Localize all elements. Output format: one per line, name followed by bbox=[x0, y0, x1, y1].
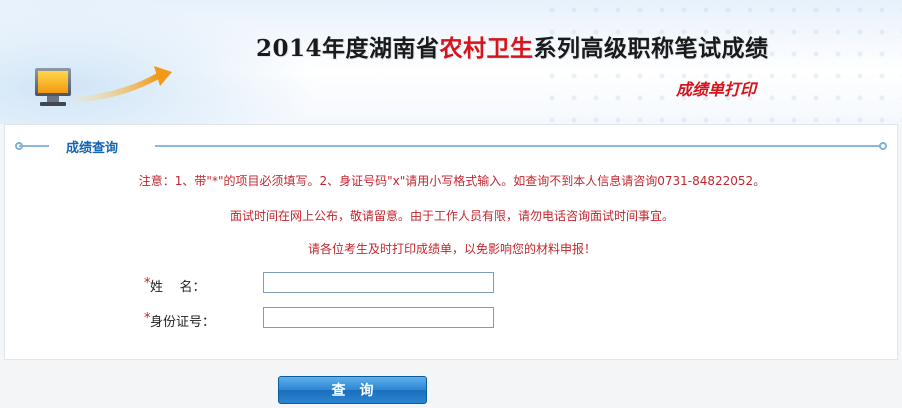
query-button[interactable]: 查询 bbox=[278, 376, 427, 404]
id-number-label: 身份证号： bbox=[150, 315, 216, 330]
name-input[interactable] bbox=[263, 272, 494, 293]
header-line-left bbox=[19, 145, 49, 147]
header-line-right bbox=[155, 145, 881, 147]
section-title: 成绩查询 bbox=[66, 141, 119, 156]
notice-interview-time: 面试时间在网上公布，敬请留意。由于工作人员有限，请勿电话咨询面试时间事宜。 bbox=[229, 209, 674, 223]
title-highlight: 农村卫生 bbox=[439, 35, 534, 62]
name-row: * 姓 名： bbox=[5, 272, 899, 296]
header-banner: 2014年度湖南省农村卫生系列高级职称笔试成绩 成绩单打印 bbox=[0, 0, 902, 124]
page-title: 2014年度湖南省农村卫生系列高级职称笔试成绩 bbox=[256, 35, 769, 62]
query-panel: 成绩查询 注意：1、带"*"的项目必须填写。2、身证号码"x"请用小写格式输入。… bbox=[4, 124, 898, 360]
page-subtitle: 成绩单打印 bbox=[676, 80, 757, 99]
id-number-input[interactable] bbox=[263, 307, 494, 328]
header-line-dot-right bbox=[879, 142, 887, 150]
name-label: 姓 名： bbox=[150, 280, 206, 295]
section-header: 成绩查询 bbox=[15, 137, 887, 156]
notice-required-fields: 注意：1、带"*"的项目必须填写。2、身证号码"x"请用小写格式输入。如查询不到… bbox=[138, 174, 766, 188]
id-row: * 身份证号： bbox=[5, 307, 899, 331]
upward-arrow-graphic bbox=[72, 66, 172, 103]
notice-print-report: 请各位考生及时打印成绩单，以免影响您的材料申报！ bbox=[307, 242, 596, 256]
